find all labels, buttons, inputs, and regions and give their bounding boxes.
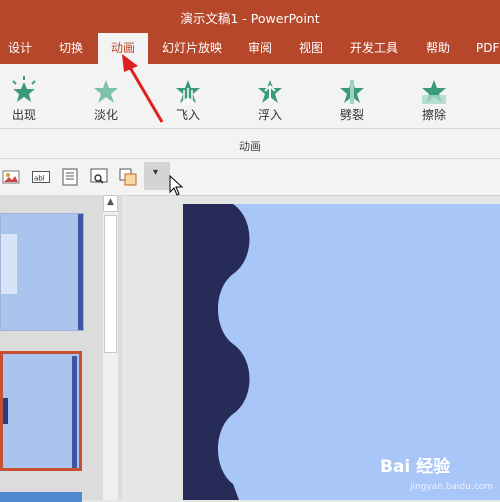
float-in-star-icon bbox=[258, 80, 282, 103]
watermark-brand: Bai 经验 bbox=[380, 457, 451, 477]
tab-slideshow[interactable]: 幻灯片放映 bbox=[162, 33, 222, 64]
annotation-arrow bbox=[122, 54, 164, 123]
thumbnail-scrollbar[interactable]: ▲ bbox=[103, 195, 118, 500]
animation-label: 浮入 bbox=[257, 108, 282, 122]
arrow-up-icon: ▲ bbox=[107, 197, 114, 207]
tab-view[interactable]: 视图 bbox=[299, 33, 323, 64]
animation-label: 出现 bbox=[11, 108, 36, 122]
slide-thumbnail-3[interactable] bbox=[0, 492, 82, 502]
search-view-icon[interactable] bbox=[90, 168, 108, 186]
appear-star-icon bbox=[12, 76, 36, 102]
svg-text:abl: abl bbox=[34, 175, 45, 183]
scroll-thumb[interactable] bbox=[104, 215, 117, 353]
window-title: 演示文稿1 - PowerPoint bbox=[180, 11, 320, 26]
split-star-icon bbox=[340, 80, 364, 104]
thumbnail-shape bbox=[3, 398, 8, 424]
chevron-down-icon: ▾ bbox=[153, 167, 159, 178]
picture-icon[interactable] bbox=[2, 168, 20, 186]
tab-pdf[interactable]: PDF工 bbox=[476, 33, 500, 64]
thumbnail-edge bbox=[72, 356, 77, 468]
fly-in-star-icon bbox=[176, 80, 200, 105]
group-label-animation: 动画 bbox=[239, 140, 261, 153]
ribbon-panel: 出现 淡化 飞入 浮入 劈裂 擦除 动画 bbox=[0, 64, 500, 159]
copy-format-icon[interactable] bbox=[119, 168, 137, 186]
tab-help[interactable]: 帮助 bbox=[426, 33, 450, 64]
mouse-cursor-icon bbox=[169, 175, 184, 196]
tab-design[interactable]: 设计 bbox=[8, 33, 32, 64]
slide-thumbnail-2-selected[interactable] bbox=[0, 351, 82, 471]
baidu-watermark: Bai 经验 jingyan.baidu.com bbox=[380, 452, 500, 500]
group-divider bbox=[0, 128, 500, 129]
tab-transitions[interactable]: 切换 bbox=[59, 33, 83, 64]
tab-developer[interactable]: 开发工具 bbox=[350, 33, 398, 64]
toolbar-overflow-button[interactable]: ▾ bbox=[144, 162, 170, 190]
animation-label: 擦除 bbox=[421, 108, 446, 122]
slide-thumbnail-pane: ▲ bbox=[0, 195, 122, 502]
thumbnail-edge bbox=[78, 214, 83, 330]
title-bar: 演示文稿1 - PowerPoint bbox=[0, 0, 500, 33]
textbox-icon[interactable]: abl bbox=[32, 168, 50, 186]
animation-float-in-button[interactable]: 浮入 bbox=[240, 72, 300, 132]
animation-label: 劈裂 bbox=[339, 108, 364, 122]
document-icon[interactable] bbox=[61, 168, 79, 186]
quick-toolbar: abl ▾ bbox=[0, 159, 500, 196]
watermark-url: jingyan.baidu.com bbox=[410, 482, 494, 492]
slide-thumbnail-1[interactable] bbox=[0, 213, 84, 331]
animation-wipe-button[interactable]: 擦除 bbox=[404, 72, 464, 132]
ribbon-tab-row: 设计 切换 动画 幻灯片放映 审阅 视图 开发工具 帮助 PDF工 bbox=[0, 33, 500, 64]
animation-split-button[interactable]: 劈裂 bbox=[322, 72, 382, 132]
thumbnail-image bbox=[1, 234, 17, 294]
animation-appear-button[interactable]: 出现 bbox=[0, 72, 54, 132]
scroll-up-button[interactable]: ▲ bbox=[103, 195, 118, 212]
wipe-star-icon bbox=[422, 80, 446, 104]
tab-review[interactable]: 审阅 bbox=[248, 33, 272, 64]
